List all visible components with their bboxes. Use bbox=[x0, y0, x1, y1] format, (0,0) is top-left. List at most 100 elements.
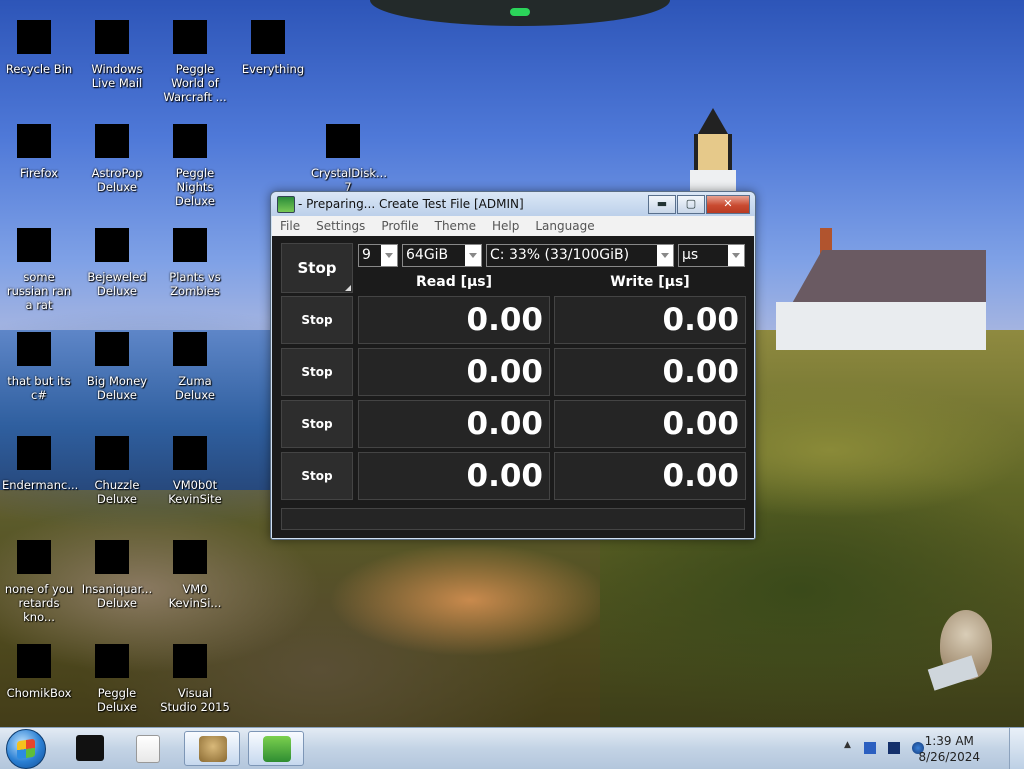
row-3-read-value: 0.00 bbox=[358, 400, 550, 448]
unit-select[interactable]: µs bbox=[678, 244, 745, 267]
desktop-icon-label: CrystalDisk... 7 bbox=[311, 166, 387, 194]
row-1-stop-button[interactable]: Stop bbox=[281, 296, 353, 344]
desktop-icon-label: Visual Studio 2015 bbox=[160, 686, 230, 714]
network-icon[interactable] bbox=[888, 742, 900, 754]
tray-app-icon[interactable] bbox=[864, 742, 876, 754]
desktop-icon[interactable]: Insaniquar... Deluxe bbox=[80, 526, 154, 610]
desktop-icon[interactable]: none of you retards kno... bbox=[2, 526, 76, 624]
redacted-icon bbox=[95, 20, 129, 54]
test-count-value: 9 bbox=[362, 247, 371, 263]
desktop-icon[interactable]: Big Money Deluxe bbox=[80, 318, 154, 402]
menu-profile[interactable]: Profile bbox=[373, 219, 426, 233]
desktop-icon[interactable]: Plants vs Zombies bbox=[158, 214, 232, 298]
desktop-icon[interactable]: Endermanc... bbox=[2, 422, 78, 492]
app-icon bbox=[17, 214, 61, 262]
desktop-icon[interactable]: VM0b0t KevinSite bbox=[158, 422, 232, 506]
clock-date: 8/26/2024 bbox=[918, 750, 980, 764]
desktop-icon-label: that but its c# bbox=[7, 374, 71, 402]
taskbar-crystaldiskmark[interactable] bbox=[248, 731, 304, 766]
window-titlebar[interactable]: - Preparing... Create Test File [ADMIN] … bbox=[271, 192, 755, 216]
test-size-value: 64GiB bbox=[406, 247, 449, 263]
app-icon bbox=[277, 196, 295, 213]
desktop-icon[interactable]: Firefox bbox=[2, 110, 76, 180]
system-tray: ▲ 1:39 AM 8/26/2024 bbox=[844, 728, 1024, 769]
desktop-icon-label: Peggle World of Warcraft ... bbox=[163, 62, 227, 104]
stop-all-button[interactable]: Stop bbox=[281, 243, 353, 293]
desktop-icon[interactable]: Zuma Deluxe bbox=[158, 318, 232, 402]
row-4-stop-button[interactable]: Stop bbox=[281, 452, 353, 500]
desktop-icon[interactable]: VM0 KevinSi... bbox=[158, 526, 232, 610]
desktop-icon-label: Insaniquar... Deluxe bbox=[81, 582, 153, 610]
row-3-stop-button[interactable]: Stop bbox=[281, 400, 353, 448]
show-desktop-button[interactable] bbox=[1009, 728, 1024, 769]
game-icon bbox=[173, 214, 217, 262]
redacted-icon bbox=[17, 644, 51, 678]
desktop-icon[interactable]: Visual Studio 2015 bbox=[158, 630, 232, 714]
start-button[interactable] bbox=[6, 729, 46, 769]
taskbar-chomikbox[interactable] bbox=[184, 731, 240, 766]
menu-theme[interactable]: Theme bbox=[427, 219, 484, 233]
desktop-icon[interactable]: Chuzzle Deluxe bbox=[80, 422, 154, 506]
drive-select[interactable]: C: 33% (33/100GiB) bbox=[486, 244, 674, 267]
desktop-icon-label: AstroPop Deluxe bbox=[91, 166, 143, 194]
desktop-icon-label: VM0b0t KevinSite bbox=[168, 478, 222, 506]
taskbar-app-2[interactable] bbox=[120, 731, 176, 766]
redacted-icon bbox=[173, 436, 207, 470]
row-2-stop-button[interactable]: Stop bbox=[281, 348, 353, 396]
desktop-icon[interactable]: Bejeweled Deluxe bbox=[80, 214, 154, 298]
hamster-gadget-icon bbox=[927, 610, 1000, 700]
benchmark-panel: Stop 9 64GiB C: 33% (33/100GiB) µs Read … bbox=[272, 236, 754, 538]
taskbar-app-1[interactable] bbox=[62, 731, 118, 766]
minimize-button[interactable]: ▬ bbox=[648, 195, 676, 214]
desktop-icon[interactable]: Peggle World of Warcraft ... bbox=[158, 6, 232, 104]
game-icon bbox=[95, 110, 139, 158]
desktop-icon-label: ChomikBox bbox=[6, 686, 72, 700]
tray-expand-icon[interactable]: ▲ bbox=[844, 740, 856, 752]
redacted-icon bbox=[17, 228, 51, 262]
desktop-icon-label: none of you retards kno... bbox=[4, 582, 74, 624]
desktop-icon[interactable]: Everything bbox=[236, 6, 310, 76]
menu-file[interactable]: File bbox=[272, 219, 308, 233]
redacted-icon bbox=[95, 540, 129, 574]
desktop-icon[interactable]: Windows Live Mail bbox=[80, 6, 154, 90]
row-4-read-value: 0.00 bbox=[358, 452, 550, 500]
redacted-icon bbox=[173, 20, 207, 54]
desktop-icon[interactable]: that but its c# bbox=[2, 318, 76, 402]
redacted-icon bbox=[173, 124, 207, 158]
game-icon bbox=[95, 630, 139, 678]
menu-language[interactable]: Language bbox=[527, 219, 602, 233]
desktop-icon-label: Peggle Nights Deluxe bbox=[175, 166, 215, 208]
desktop-icon[interactable]: CrystalDisk... 7 bbox=[311, 110, 387, 194]
firefox-icon bbox=[17, 110, 61, 158]
visual-studio-icon bbox=[173, 630, 217, 678]
test-size-select[interactable]: 64GiB bbox=[402, 244, 482, 267]
redacted-icon bbox=[17, 124, 51, 158]
test-count-select[interactable]: 9 bbox=[358, 244, 398, 267]
redacted-icon bbox=[173, 332, 207, 366]
row-2-write-value: 0.00 bbox=[554, 348, 746, 396]
maximize-button[interactable]: ▢ bbox=[677, 195, 705, 214]
game-icon bbox=[95, 318, 139, 366]
desktop-icon[interactable]: Peggle Nights Deluxe bbox=[158, 110, 232, 208]
stop-all-label: Stop bbox=[297, 259, 337, 277]
redacted-icon bbox=[95, 436, 129, 470]
row-1-read-value: 0.00 bbox=[358, 296, 550, 344]
clock[interactable]: 1:39 AM 8/26/2024 bbox=[918, 733, 980, 765]
redacted-icon bbox=[17, 20, 51, 54]
close-button[interactable]: ✕ bbox=[706, 195, 750, 214]
menu-help[interactable]: Help bbox=[484, 219, 527, 233]
menu-bar: File Settings Profile Theme Help Languag… bbox=[272, 216, 754, 236]
desktop-icon[interactable]: ChomikBox bbox=[2, 630, 76, 700]
redacted-icon bbox=[17, 436, 51, 470]
desktop-icon[interactable]: Recycle Bin bbox=[2, 6, 76, 76]
redacted-icon bbox=[173, 644, 207, 678]
hamster-icon bbox=[199, 736, 227, 762]
desktop-icon[interactable]: AstroPop Deluxe bbox=[80, 110, 154, 194]
mail-icon bbox=[95, 6, 139, 54]
browser-icon bbox=[17, 526, 61, 574]
desktop-icon[interactable]: some russian ran a rat bbox=[2, 214, 76, 312]
unit-value: µs bbox=[682, 247, 699, 263]
menu-settings[interactable]: Settings bbox=[308, 219, 373, 233]
desktop-icon[interactable]: Peggle Deluxe bbox=[80, 630, 154, 714]
desktop-icon-label: some russian ran a rat bbox=[6, 270, 72, 312]
